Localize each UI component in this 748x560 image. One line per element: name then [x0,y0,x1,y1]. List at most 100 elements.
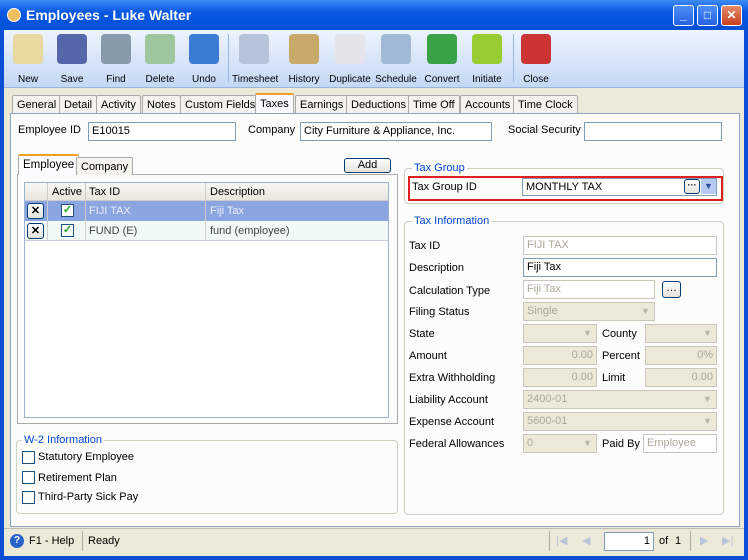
new-button[interactable]: New [6,32,50,86]
chevron-down-icon: ▼ [641,306,650,316]
maximize-button[interactable]: □ [697,5,718,26]
tab-general[interactable]: General [12,95,62,114]
table-row[interactable]: ✕ ✓ FIJI TAX Fiji Tax [25,201,388,221]
history-button[interactable]: History [282,32,326,86]
toolbar-label: New [17,74,38,85]
percent-input[interactable]: 0% [645,346,717,365]
page-number-input[interactable]: 1 [604,532,654,551]
toolbar-label: Find [106,74,126,85]
save-button[interactable]: Save [50,32,94,86]
column-header-active[interactable]: Active [52,186,82,198]
close-button[interactable]: Close [514,32,558,86]
expense-account-select[interactable]: 5600-01 ▼ [523,412,717,431]
tab-label: Company [81,161,129,173]
tab-time-clock[interactable]: Time Clock [513,95,578,114]
active-checkbox[interactable]: ✓ [61,224,74,237]
tab-time-off[interactable]: Time Off [408,95,460,114]
chevron-down-icon: ▼ [703,416,712,426]
last-page-icon[interactable]: ▶| [722,534,733,547]
state-select[interactable]: ▼ [523,324,597,343]
column-header-tax-id[interactable]: Tax ID [89,186,120,198]
description-cell: fund (employee) [210,225,290,237]
previous-page-icon[interactable]: ◀ [582,534,590,547]
calculation-type-input[interactable]: Fiji Tax [523,280,655,299]
filing-status-select[interactable]: Single ▼ [523,302,655,321]
employee-id-input[interactable]: E10015 [88,122,236,141]
duplicate-button[interactable]: Duplicate [328,32,372,86]
percent-label: Percent [602,350,640,362]
window-title: Employees - Luke Walter [26,7,192,23]
schedule-button[interactable]: Schedule [374,32,418,86]
tab-accounts[interactable]: Accounts [460,95,516,114]
retirement-plan-checkbox[interactable] [22,471,35,484]
remove-row-button[interactable]: ✕ [27,223,44,239]
tab-label: Taxes [260,98,289,110]
find-button[interactable]: Find [94,32,138,86]
active-checkbox[interactable]: ✓ [61,204,74,217]
federal-allowances-value: 0 [527,437,534,449]
tab-label: Employee [23,159,75,171]
delete-button[interactable]: Delete [138,32,182,86]
calculation-type-lookup-button[interactable]: … [662,281,681,298]
tax-id-cell: FUND (E) [89,225,138,237]
timesheet-button[interactable]: Timesheet [232,32,279,86]
county-select[interactable]: ▼ [645,324,717,343]
tax-group-title: Tax Group [412,162,467,174]
status-bar: ? F1 - Help Ready |◀ ◀ 1 of 1 ▶ ▶| [4,528,744,554]
convert-button[interactable]: Convert [420,32,464,86]
undo-button[interactable]: Undo [182,32,226,86]
tab-detail[interactable]: Detail [59,95,98,114]
tab-notes[interactable]: Notes [142,95,181,114]
chevron-down-icon: ▼ [583,328,592,338]
next-page-icon[interactable]: ▶ [700,534,708,547]
extra-withholding-input[interactable]: 0.00 [523,368,597,387]
chevron-down-icon: ▼ [703,394,712,404]
tax-group-id-value: MONTHLY TAX [526,181,603,193]
tab-label: Earnings [300,99,344,111]
toolbar-label: Timesheet [232,74,279,85]
ssn-input[interactable] [584,122,722,141]
tax-grid: Active Tax ID Description ✕ ✓ FIJI TAX F… [24,182,389,418]
tab-earnings[interactable]: Earnings [295,95,349,114]
amount-label: Amount [409,350,447,362]
company-label: Company [248,124,296,136]
history-icon [289,34,319,64]
tab-deductions[interactable]: Deductions [346,95,412,114]
ssn-label: Social Security [508,124,581,136]
tab-activity[interactable]: Activity [96,95,141,114]
chevron-down-icon[interactable]: ▼ [701,179,716,194]
company-input[interactable]: City Furniture & Appliance, Inc. [300,122,492,141]
amount-input[interactable]: 0.00 [523,346,597,365]
tab-taxes[interactable]: Taxes [255,93,294,114]
subtab-company[interactable]: Company [76,157,134,175]
third-party-sick-pay-checkbox[interactable] [22,491,35,504]
timesheet-icon [239,34,269,64]
help-label[interactable]: F1 - Help [29,535,74,547]
title-bar: Employees - Luke Walter _ □ ✕ [0,0,748,30]
column-header-description[interactable]: Description [210,186,265,198]
filing-status-label: Filing Status [409,306,470,318]
tab-custom-fields[interactable]: Custom Fields [180,95,261,114]
delete-icon [145,34,175,64]
expense-account-value: 5600-01 [527,415,568,427]
statutory-employee-checkbox[interactable] [22,451,35,464]
liability-account-select[interactable]: 2400-01 ▼ [523,390,717,409]
tax-id-input[interactable]: FIJI TAX [523,236,717,255]
first-page-icon[interactable]: |◀ [556,534,567,547]
tax-group-lookup-button[interactable]: ··· [684,179,700,194]
subtab-employee[interactable]: Employee [18,154,80,175]
minimize-button[interactable]: _ [673,5,694,26]
federal-allowances-select[interactable]: 0 ▼ [523,434,597,453]
limit-input[interactable]: 0.00 [645,368,717,387]
table-row[interactable]: ✕ ✓ FUND (E) fund (employee) [25,221,388,241]
paid-by-input[interactable]: Employee [643,434,717,453]
duplicate-icon [335,34,365,64]
convert-icon [427,34,457,64]
close-window-button[interactable]: ✕ [721,5,742,26]
help-icon[interactable]: ? [10,534,24,548]
remove-row-button[interactable]: ✕ [27,203,44,219]
initiate-button[interactable]: Initiate [465,32,509,86]
add-button[interactable]: Add [344,158,391,173]
description-input[interactable]: Fiji Tax [523,258,717,277]
schedule-icon [381,34,411,64]
